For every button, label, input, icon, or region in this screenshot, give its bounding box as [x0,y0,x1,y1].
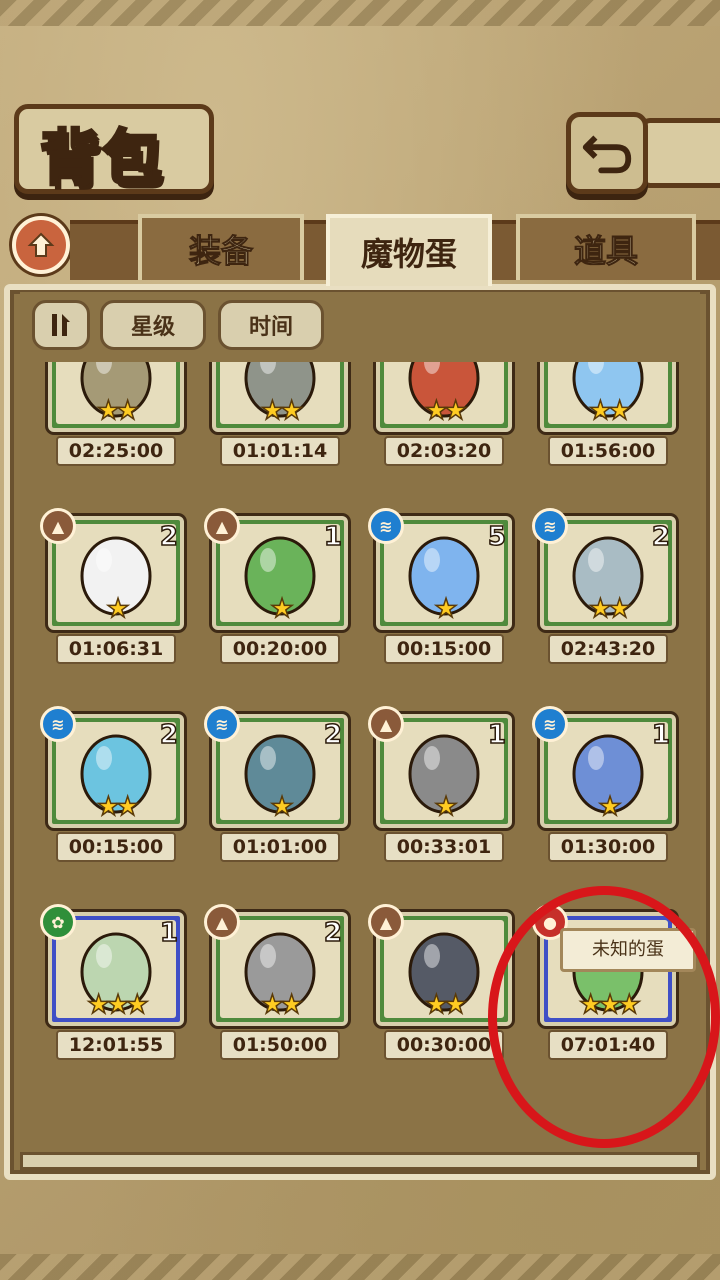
egg-card[interactable]: ≋ 2 ★★ 02:43:20 [532,508,676,676]
sort-order-toggle[interactable] [32,300,90,350]
star-rating: ★★ [96,395,140,427]
egg-card[interactable]: ▲ 1 ★ 00:20:00 [204,508,348,676]
star-rating: ★★ [588,395,632,427]
egg-count: 1 [159,917,179,949]
egg-card[interactable]: ≋ 5 ★ 00:15:00 [368,508,512,676]
egg-count: 2 [651,521,671,553]
egg-count: 1 [487,719,507,751]
sort-toggle-icon [52,314,70,336]
hatch-timer: 00:20:00 [220,634,340,664]
star-rating: ★★ [260,395,304,427]
hatch-timer: 01:30:00 [548,832,668,862]
grass-element-icon: ✿ [40,904,76,940]
egg-count: 1 [323,521,343,553]
egg-card[interactable]: ▲ 1 ★ 00:33:01 [368,706,512,874]
hatch-timer: 01:01:00 [220,832,340,862]
egg-card[interactable]: ≋ 1 ★ 01:30:00 [532,706,676,874]
egg-card[interactable]: ≋ 2 ★ 01:01:00 [204,706,348,874]
panel-footer-bar [20,1152,700,1170]
earth-element-icon: ▲ [368,904,404,940]
hatch-timer: 02:03:20 [384,436,504,466]
earth-element-icon: ▲ [204,508,240,544]
earth-element-icon: ▲ [40,508,76,544]
water-element-icon: ≋ [532,508,568,544]
star-rating: ★ [270,593,295,625]
egg-count: 5 [487,521,507,553]
tab-monster-egg[interactable]: 魔物蛋 [326,214,492,286]
earth-element-icon: ▲ [368,706,404,742]
egg-count: 2 [323,917,343,949]
water-element-icon: ≋ [40,706,76,742]
egg-card[interactable]: ✿ 1 ★★★ 12:01:55 [40,904,184,1072]
egg-count: 2 [159,521,179,553]
sort-by-star-button[interactable]: 星级 [100,300,206,350]
star-rating: ★ [434,593,459,625]
back-arrow-icon [582,135,632,174]
egg-card[interactable]: ▲ 2 ★★ 01:50:00 [204,904,348,1072]
water-element-icon: ≋ [532,706,568,742]
egg-card[interactable]: ▲ 2 ★ 01:06:31 [40,508,184,676]
egg-card[interactable]: ≋3★★01:56:00 [540,362,676,478]
egg-card[interactable]: ▲3★★01:01:14 [212,362,348,478]
top-border [0,0,720,26]
star-rating: ★★★ [86,989,149,1021]
star-rating: ★★ [260,989,304,1021]
tab-equipment[interactable]: 装备 [138,214,304,280]
menu-arrow-icon[interactable] [12,216,70,274]
star-rating: ★★ [424,395,468,427]
star-rating: ★★ [588,593,632,625]
egg-card[interactable]: ●2★★02:03:20 [376,362,512,478]
egg-count: 2 [323,719,343,751]
egg-card[interactable]: ≋ 2 ★★ 00:15:00 [40,706,184,874]
hatch-timer: 01:50:00 [220,1030,340,1060]
star-rating: ★ [270,791,295,823]
hatch-timer: 01:06:31 [56,634,176,664]
star-rating: ★ [434,791,459,823]
back-bar [640,118,720,188]
hatch-timer: 00:15:00 [56,832,176,862]
egg-count: 1 [651,719,671,751]
tab-items[interactable]: 道具 [516,214,696,280]
bottom-border [0,1254,720,1280]
hatch-timer: 02:43:20 [548,634,668,664]
sort-by-time-button[interactable]: 时间 [218,300,324,350]
hatch-timer: 00:30:00 [384,1030,504,1060]
earth-element-icon: ▲ [204,904,240,940]
star-rating: ★ [106,593,131,625]
back-button[interactable] [566,112,648,194]
star-rating: ★ [598,791,623,823]
egg-count: 2 [159,719,179,751]
highlight-circle [488,886,720,1148]
hatch-timer: 02:25:00 [56,436,176,466]
hatch-timer: 12:01:55 [56,1030,176,1060]
egg-card[interactable]: ▲6★★02:25:00 [48,362,184,478]
water-element-icon: ≋ [204,706,240,742]
water-element-icon: ≋ [368,508,404,544]
hatch-timer: 01:56:00 [548,436,668,466]
hatch-timer: 00:33:01 [384,832,504,862]
hatch-timer: 01:01:14 [220,436,340,466]
hatch-timer: 00:15:00 [384,634,504,664]
page-title: 背包 [39,123,164,196]
star-rating: ★★ [96,791,140,823]
